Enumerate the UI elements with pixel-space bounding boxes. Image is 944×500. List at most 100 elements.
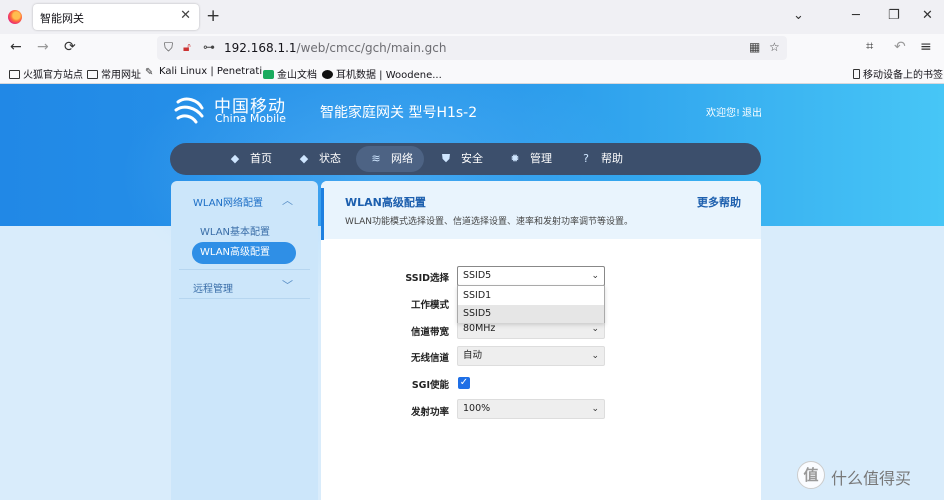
sidebar-item-wlan-basic[interactable]: WLAN基本配置 [200, 223, 270, 238]
nav-help[interactable]: ? 帮助 [579, 143, 623, 175]
bookmark-label: 金山文档 [277, 70, 317, 81]
nav-status-label: 状态 [319, 152, 341, 165]
forward-icon[interactable]: → [37, 39, 49, 55]
url-text[interactable]: 192.168.1.1/web/cmcc/gch/main.gch [224, 41, 446, 55]
ssid-dropdown-list: SSID1 SSID5 [457, 285, 605, 323]
page-title: WLAN高级配置 [345, 196, 426, 209]
wifi-icon: ≋ [371, 152, 381, 165]
bandwidth-select-value: 80MHz [463, 323, 496, 334]
nav-home[interactable]: ◆ 首页 [228, 143, 272, 175]
mobile-icon [853, 69, 860, 79]
power-select-value: 100% [463, 403, 491, 414]
ssid-label: SSID选择 [405, 273, 449, 284]
tab-close-icon[interactable]: ✕ [180, 8, 191, 23]
header-accent-bar [321, 188, 324, 240]
doc-icon [263, 70, 274, 79]
crop-screenshot-icon[interactable]: ⌗ [866, 39, 873, 54]
reload-icon[interactable]: ⟳ [64, 39, 76, 55]
nav-security-label: 安全 [461, 152, 483, 165]
channel-select[interactable]: 自动 ⌄ [457, 346, 605, 366]
sidebar-divider [179, 269, 310, 270]
url-bar[interactable]: ⛉ 🔓︎ ⊶ 192.168.1.1/web/cmcc/gch/main.gch… [157, 36, 787, 60]
bookmarks-toolbar: 火狐官方站点 常用网址 ✎ Kali Linux | Penetrati... 金… [0, 62, 944, 84]
sidebar-divider [179, 298, 310, 299]
bookmark-item[interactable]: 常用网址 [87, 66, 141, 81]
page-description: WLAN功能模式选择设置、信道选择设置、速率和发射功率调节等设置。 [345, 217, 634, 227]
watermark-badge-icon: 值 [797, 461, 825, 489]
content-header: WLAN高级配置 更多帮助 WLAN功能模式选择设置、信道选择设置、速率和发射功… [321, 181, 761, 240]
help-icon: ? [583, 152, 589, 165]
sgi-checkbox[interactable]: ✓ [458, 377, 470, 389]
gear-icon: ✹ [510, 152, 520, 165]
shield-icon[interactable]: ⛉ [164, 40, 173, 55]
list-all-tabs-icon[interactable]: ⌄ [793, 8, 804, 23]
shield-icon: ⛊ [441, 152, 451, 165]
ssid-option-selected[interactable]: SSID5 [458, 305, 604, 323]
nav-management[interactable]: ✹ 管理 [508, 143, 552, 175]
firefox-icon[interactable] [8, 10, 22, 24]
nav-status[interactable]: ◆ 状态 [297, 143, 341, 175]
new-tab-button[interactable]: + [206, 6, 220, 26]
bookmark-label: Kali Linux | Penetrati... [159, 66, 272, 77]
chevron-down-icon[interactable]: ﹀ [282, 277, 293, 293]
sidebar-group-wlan[interactable]: WLAN网络配置 [193, 194, 263, 209]
chevron-down-icon: ⌄ [591, 351, 599, 361]
more-help-link[interactable]: 更多帮助 [697, 194, 741, 210]
browser-tab[interactable]: 智能网关 ✕ [33, 4, 199, 30]
sidebar-item-wlan-advanced[interactable]: WLAN高级配置 [192, 242, 296, 264]
bookmark-label: 火狐官方站点 [23, 70, 83, 81]
ssid-select-value: SSID5 [463, 270, 492, 281]
bookmark-item[interactable]: ✎ Kali Linux | Penetrati... [145, 66, 272, 78]
url-host: 192.168.1.1 [224, 41, 297, 55]
bookmark-item[interactable]: 耳机数据 | Woodene... [322, 66, 442, 81]
undo-icon[interactable]: ↶ [894, 39, 906, 55]
power-select[interactable]: 100% ⌄ [457, 399, 605, 419]
folder-icon [87, 70, 98, 79]
bookmark-label: 常用网址 [101, 70, 141, 81]
bookmark-item[interactable]: 金山文档 [263, 66, 317, 81]
menu-icon[interactable]: ≡ [920, 39, 932, 55]
main-nav: ◆ 首页 ◆ 状态 ≋ 网络 ⛊ 安全 ✹ 管理 ? 帮助 [170, 143, 761, 175]
chevron-down-icon: ⌄ [591, 271, 599, 281]
bookmark-star-icon[interactable]: ☆ [769, 40, 780, 54]
ssid-select[interactable]: SSID5 ⌄ [457, 266, 605, 286]
nav-management-label: 管理 [530, 152, 552, 165]
channel-select-value: 自动 [463, 350, 483, 361]
welcome-text: 欢迎您! [706, 108, 741, 119]
channel-label: 无线信道 [410, 353, 449, 364]
browser-toolbar: ← → ⟳ ⛉ 🔓︎ ⊶ 192.168.1.1/web/cmcc/gch/ma… [0, 34, 944, 62]
folder-icon [9, 70, 20, 79]
sgi-label: SGI使能 [411, 380, 449, 391]
nav-network[interactable]: ≋ 网络 [356, 146, 424, 172]
minimize-icon[interactable]: ─ [852, 8, 860, 23]
router-page: 中国移动 China Mobile 智能家庭网关 型号H1s-2 欢迎您! 退出… [0, 84, 944, 500]
bandwidth-label: 信道带宽 [410, 327, 449, 338]
brand-name-en: China Mobile [215, 112, 287, 125]
nav-home-label: 首页 [250, 152, 272, 165]
kali-icon: ✎ [145, 67, 154, 78]
gateway-title: 智能家庭网关 型号H1s-2 [320, 105, 478, 121]
restore-icon[interactable]: ❐ [888, 8, 900, 23]
nav-help-label: 帮助 [601, 152, 623, 165]
mobile-bookmarks-label: 移动设备上的书签 [863, 70, 943, 81]
browser-tab-bar: 智能网关 ✕ + ⌄ ─ ❐ ✕ [0, 0, 944, 34]
ssid-option[interactable]: SSID1 [458, 287, 604, 305]
layers-icon: ◆ [299, 152, 309, 165]
chevron-down-icon: ⌄ [591, 404, 599, 414]
power-label: 发射功率 [410, 407, 449, 418]
close-window-icon[interactable]: ✕ [922, 8, 933, 23]
nav-security[interactable]: ⛊ 安全 [439, 143, 483, 175]
insecure-lock-icon[interactable]: 🔓︎ [183, 40, 191, 55]
qr-code-icon[interactable]: ▦ [749, 40, 760, 54]
sidebar-group-remote[interactable]: 远程管理 [193, 280, 233, 295]
content-panel: WLAN高级配置 更多帮助 WLAN功能模式选择设置、信道选择设置、速率和发射功… [321, 181, 761, 500]
logout-link[interactable]: 退出 [742, 104, 762, 119]
permissions-icon[interactable]: ⊶ [203, 40, 215, 54]
bookmark-item[interactable]: 火狐官方站点 [9, 66, 83, 81]
mobile-bookmarks[interactable]: 移动设备上的书签 [853, 66, 943, 81]
tab-title: 智能网关 [40, 12, 84, 25]
sidebar: WLAN网络配置 ︿ WLAN基本配置 WLAN高级配置 远程管理 ﹀ [171, 181, 318, 500]
chevron-up-icon[interactable]: ︿ [282, 192, 293, 208]
mode-label: 工作模式 [410, 300, 449, 311]
back-icon[interactable]: ← [10, 39, 22, 55]
